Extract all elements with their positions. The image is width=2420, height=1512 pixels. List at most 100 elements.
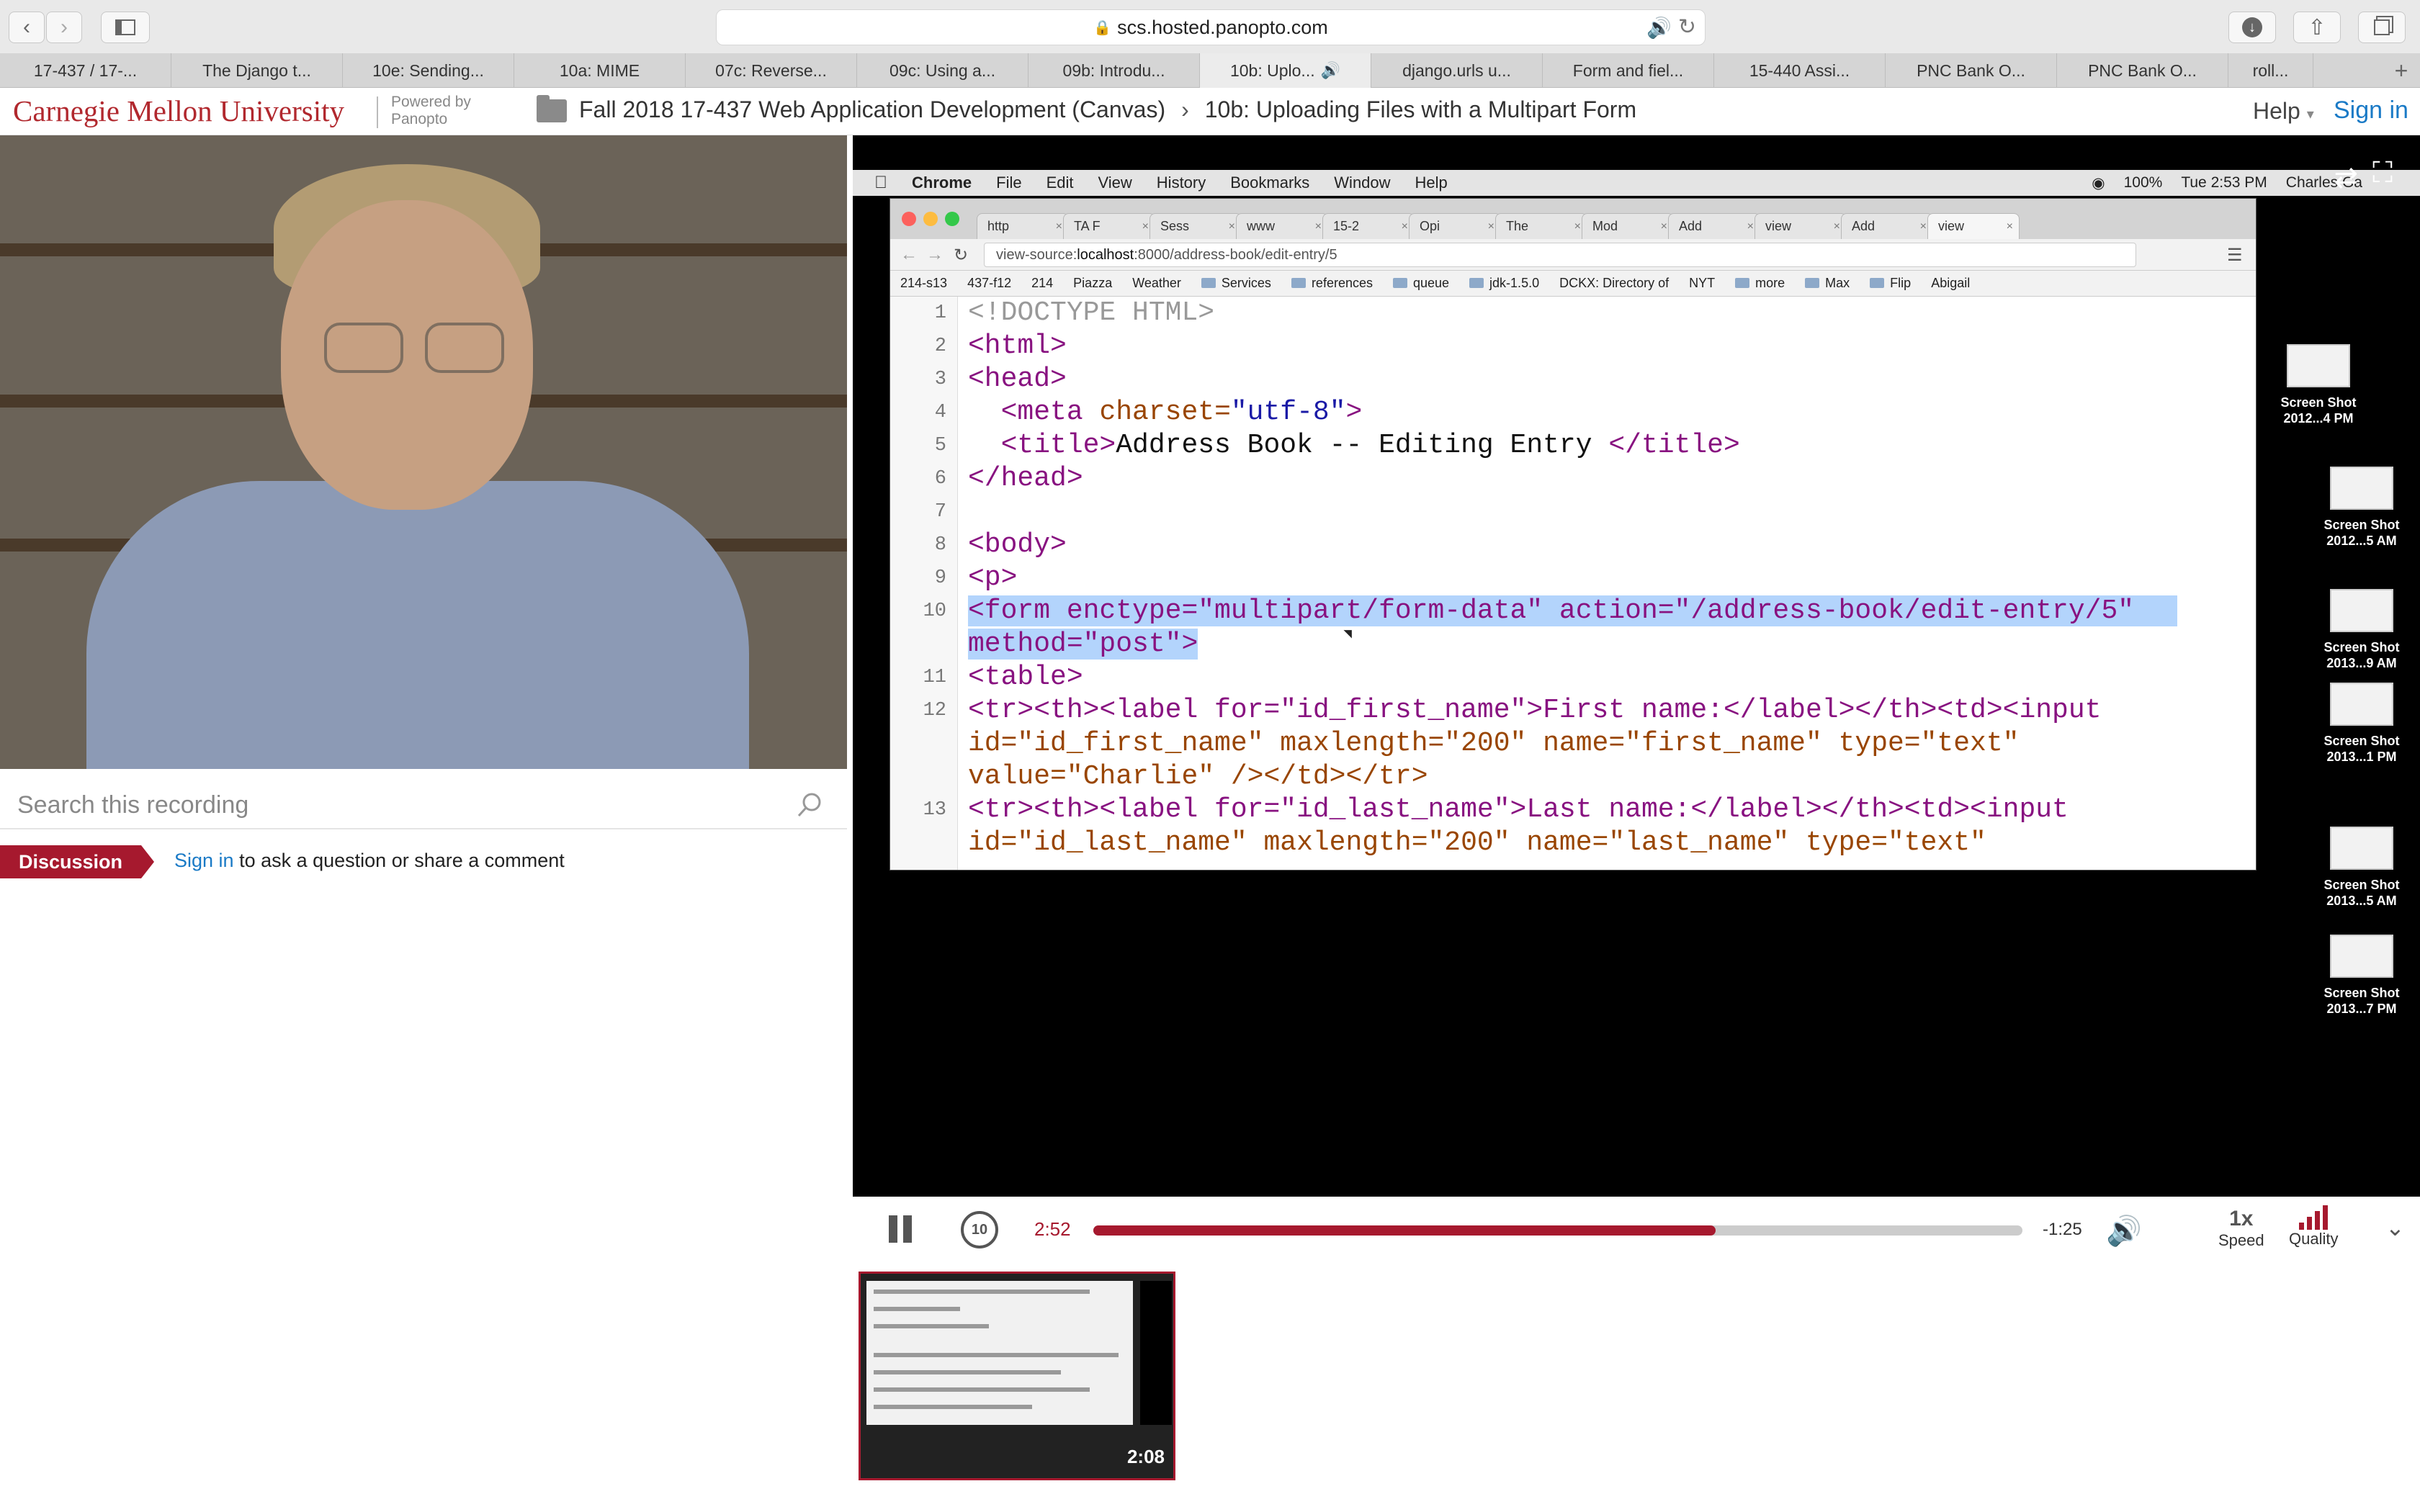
bookmark-folder: more <box>1735 276 1785 291</box>
webcam-video[interactable] <box>0 135 847 769</box>
volume-icon[interactable]: 🔊 <box>2106 1214 2142 1248</box>
browser-tab[interactable]: 09b: Introdu... <box>1028 53 1200 88</box>
source-line: <head> <box>968 364 1067 395</box>
progress-bar[interactable] <box>1093 1225 2022 1236</box>
thumbnail-sidebar <box>1140 1281 1172 1425</box>
progress-fill <box>1093 1225 1716 1236</box>
source-line: </head> <box>968 463 1083 494</box>
discussion-prompt: Sign in to ask a question or share a com… <box>174 850 565 872</box>
bookmark-folder: Max <box>1805 276 1850 291</box>
new-tab-button[interactable]: + <box>2383 53 2420 88</box>
clock: Tue 2:53 PM <box>2181 174 2267 191</box>
cmu-logo[interactable]: Carnegie Mellon University <box>13 94 344 128</box>
url-path: :8000/address-book/edit-entry/5 <box>1134 247 1337 263</box>
chrome-tab-label: view <box>1938 219 1965 233</box>
rewind-10-button[interactable]: 10 <box>961 1211 998 1248</box>
address-bar[interactable]: 🔒 scs.hosted.panopto.com 🔊 ↻ <box>716 9 1706 45</box>
mouse-cursor-icon <box>1343 626 1356 639</box>
search-icon[interactable] <box>797 792 823 818</box>
line-number: 11 <box>923 667 946 688</box>
source-line: <title>Address Book -- Editing Entry </t… <box>968 429 1740 462</box>
stream-thumbnail[interactable]: 2:08 <box>859 1272 1175 1480</box>
tab-label: 10a: MIME <box>559 60 640 80</box>
quality-button[interactable]: Quality <box>2289 1205 2338 1248</box>
browser-tab[interactable]: PNC Bank O... <box>1886 53 2057 88</box>
code-text: Address Book -- Editing Entry <box>1116 430 1609 461</box>
menu-item: View <box>1085 174 1132 192</box>
breadcrumb: Fall 2018 17-437 Web Application Develop… <box>579 96 1636 123</box>
sign-in-link[interactable]: Sign in <box>2334 96 2408 125</box>
speed-value: 1x <box>2229 1207 2254 1230</box>
bookmark-folder: queue <box>1393 276 1449 291</box>
source-line: <tr><th><label for="id_last_name">Last n… <box>968 794 2069 825</box>
switch-view-icon[interactable]: ⇄ <box>2334 161 2358 194</box>
breadcrumb-folder-link[interactable]: Fall 2018 17-437 Web Application Develop… <box>579 96 1165 122</box>
browser-tab[interactable]: roll... <box>2228 53 2313 88</box>
bookmark-folder: Flip <box>1870 276 1911 291</box>
line-number: 1 <box>934 302 946 324</box>
reload-icon[interactable]: ↻ <box>1678 14 1696 40</box>
browser-tab[interactable]: django.urls u... <box>1371 53 1543 88</box>
tab-label: 10b: Uplo... <box>1229 60 1315 80</box>
tab-bar: 17-437 / 17-... The Django t... 10e: Sen… <box>0 53 2420 88</box>
menu-item: Chrome <box>899 174 972 192</box>
menu-item: Edit <box>1033 174 1074 192</box>
pause-button[interactable] <box>887 1215 913 1244</box>
chevron-down-icon[interactable]: ⌄ <box>2385 1214 2405 1241</box>
chrome-tab-label: Mod <box>1592 219 1618 233</box>
powered-by-label: Powered by <box>391 94 471 110</box>
tabs-overview-button[interactable] <box>2358 12 2406 43</box>
source-line: id="id_last_name" maxlength="200" name="… <box>968 827 1986 858</box>
chrome-tab: view × <box>1754 213 1847 239</box>
browser-tab[interactable]: 15-440 Assi... <box>1714 53 1886 88</box>
search-input[interactable] <box>17 789 781 821</box>
line-number: 5 <box>934 435 946 456</box>
bookmark: 214 <box>1031 276 1054 290</box>
browser-tab[interactable]: 07c: Reverse... <box>686 53 857 88</box>
chrome-tab-label: 15-2 <box>1333 219 1360 233</box>
line-number: 4 <box>934 402 946 423</box>
minimize-window-icon <box>923 212 938 226</box>
panopto-header: Carnegie Mellon University Powered by Pa… <box>0 88 2420 135</box>
discussion-sign-in-link[interactable]: Sign in <box>174 850 234 871</box>
desktop-file: Screen Shot 2012...5 AM <box>2315 467 2408 549</box>
tab-label: roll... <box>2252 60 2289 80</box>
forward-button[interactable]: › <box>46 12 82 43</box>
speaker-icon[interactable]: 🔊 <box>1646 16 1672 40</box>
chrome-back-icon: ← <box>900 245 918 264</box>
browser-tab[interactable]: The Django t... <box>171 53 343 88</box>
bookmark-folder: jdk-1.5.0 <box>1469 276 1539 291</box>
file-thumbnail <box>2330 935 2393 978</box>
speed-button[interactable]: 1x Speed <box>2218 1207 2264 1250</box>
lock-icon: 🔒 <box>1093 19 1112 36</box>
browser-tab[interactable]: 10e: Sending... <box>343 53 514 88</box>
browser-tab[interactable]: PNC Bank O... <box>2057 53 2228 88</box>
tab-audio-icon[interactable]: 🔊 <box>1321 61 1340 80</box>
help-label: Help <box>2253 98 2300 124</box>
downloads-button[interactable]: ↓ <box>2228 12 2276 43</box>
source-line: id="id_first_name" maxlength="200" name=… <box>968 728 2020 759</box>
source-line-highlighted: <form enctype="multipart/form-data" acti… <box>968 595 2178 628</box>
chrome-tab-label: Add <box>1679 219 1703 233</box>
file-thumbnail <box>2330 827 2393 870</box>
tab-label: 09c: Using a... <box>889 60 996 80</box>
help-menu[interactable]: Help ▾ <box>2253 98 2314 125</box>
browser-tab[interactable]: Form and fiel... <box>1543 53 1714 88</box>
sidebar-button[interactable] <box>101 12 150 43</box>
browser-tab[interactable]: 17-437 / 17-... <box>0 53 171 88</box>
browser-tab-active[interactable]: 10b: Uplo... 🔊 <box>1200 53 1371 88</box>
file-thumbnail <box>2330 589 2393 632</box>
tab-label: 15-440 Assi... <box>1749 60 1850 80</box>
menu-item: History <box>1143 174 1206 192</box>
screen-capture-video[interactable]:  Chrome File Edit View History Bookmark… <box>853 135 2420 1197</box>
tabs-icon <box>2374 19 2390 35</box>
chrome-tab: http × <box>977 213 1069 239</box>
browser-tab[interactable]: 09c: Using a... <box>857 53 1028 88</box>
fullscreen-icon[interactable]: ⛶ <box>2372 157 2410 190</box>
share-button[interactable]: ⇧ <box>2293 12 2341 43</box>
chrome-tab-label: Sess <box>1160 219 1190 233</box>
back-button[interactable]: ‹ <box>9 12 45 43</box>
browser-tab[interactable]: 10a: MIME <box>514 53 686 88</box>
source-line: <tr><th><label for="id_first_name">First… <box>968 695 2102 726</box>
discussion-tab[interactable]: Discussion <box>0 845 154 878</box>
